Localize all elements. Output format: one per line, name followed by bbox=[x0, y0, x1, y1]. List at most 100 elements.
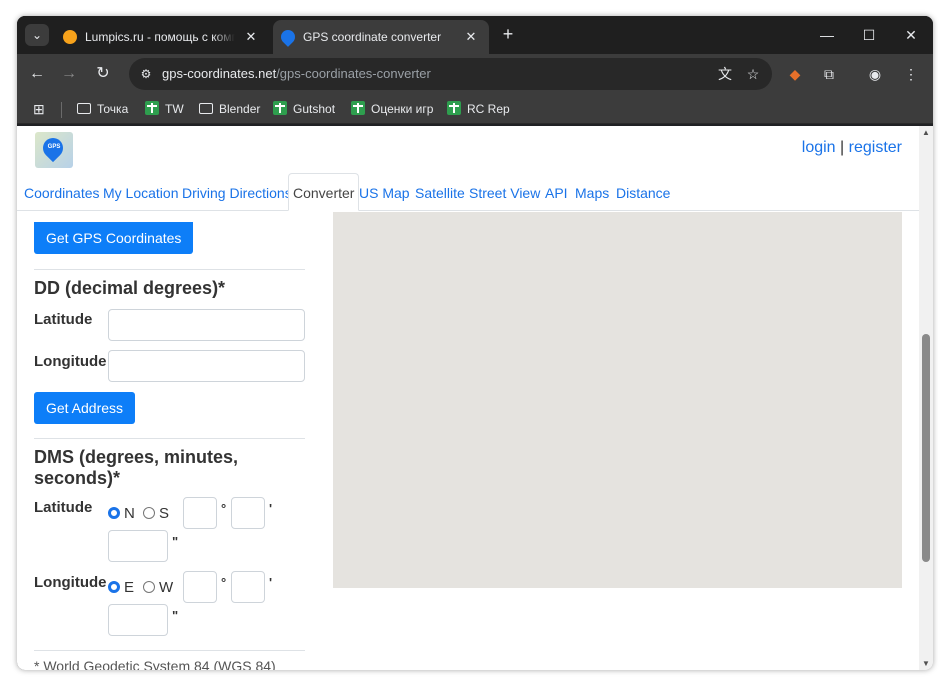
close-icon[interactable]: ✕ bbox=[461, 27, 481, 47]
bookmark-blender[interactable]: Blender bbox=[199, 99, 260, 119]
nav-my-location[interactable]: My Location bbox=[103, 185, 178, 201]
dms-latitude-minutes-input[interactable] bbox=[231, 497, 265, 529]
tab-lumpics[interactable]: Lumpics.ru - помощь с компью ✕ bbox=[55, 20, 269, 54]
site-nav: Coordinates My Location Driving Directio… bbox=[17, 173, 919, 211]
dms-longitude-seconds-input[interactable] bbox=[108, 604, 168, 636]
fox-extension-icon[interactable]: ◆ bbox=[783, 62, 807, 86]
nav-coordinates[interactable]: Coordinates bbox=[24, 185, 100, 201]
dms-longitude-minutes-input[interactable] bbox=[231, 571, 265, 603]
dms-longitude-e-radio[interactable]: E bbox=[108, 579, 134, 596]
dd-latitude-label: Latitude bbox=[34, 311, 93, 328]
bookmark-rc-rep[interactable]: RC Rep bbox=[447, 99, 510, 119]
dms-latitude-s-radio[interactable]: S bbox=[143, 505, 169, 522]
bookmark-ocenki-igr[interactable]: Оценки игр bbox=[351, 99, 433, 119]
dd-longitude-input[interactable] bbox=[108, 350, 305, 382]
nav-driving-directions[interactable]: Driving Directions bbox=[182, 185, 292, 201]
lumpics-favicon-icon bbox=[63, 30, 77, 44]
divider bbox=[34, 650, 305, 651]
dms-longitude-degrees-input[interactable] bbox=[183, 571, 217, 603]
maximize-button[interactable]: ☐ bbox=[849, 22, 889, 48]
radio-checked-icon bbox=[108, 507, 120, 519]
bookmark-label: TW bbox=[165, 102, 184, 116]
profile-avatar-icon[interactable]: ◉ bbox=[863, 62, 887, 86]
radio-label: W bbox=[159, 579, 174, 596]
chevron-down-icon: ⌄ bbox=[31, 28, 43, 42]
bookmarks-separator bbox=[61, 102, 62, 118]
more-menu-icon[interactable]: ⋮ bbox=[899, 62, 923, 86]
bookmark-label: Gutshot bbox=[293, 102, 336, 116]
page-scrollbar[interactable]: ▲ ▼ bbox=[919, 126, 933, 670]
bookmark-label: Blender bbox=[219, 102, 261, 116]
nav-converter[interactable]: Converter bbox=[288, 173, 360, 211]
tab-title: Lumpics.ru - помощь с компью bbox=[85, 30, 235, 44]
tab-strip: ⌄ Lumpics.ru - помощь с компью ✕ GPS coo… bbox=[17, 16, 933, 54]
tab-title: GPS coordinate converter bbox=[303, 30, 442, 44]
get-address-button[interactable]: Get Address bbox=[34, 392, 136, 424]
bookmark-tochka[interactable]: Точка bbox=[77, 99, 128, 119]
bookmark-label: Оценки игр bbox=[371, 102, 434, 116]
dms-latitude-seconds-input[interactable] bbox=[108, 530, 168, 562]
close-icon[interactable]: ✕ bbox=[241, 27, 261, 47]
nav-distance[interactable]: Distance bbox=[616, 185, 670, 201]
divider bbox=[34, 438, 305, 439]
folder-icon bbox=[77, 103, 91, 114]
dd-latitude-input[interactable] bbox=[108, 309, 305, 341]
wgs84-footnote: * World Geodetic System 84 (WGS 84) bbox=[34, 658, 276, 670]
address-bar[interactable]: ⚙ gps-coordinates.net/gps-coordinates-co… bbox=[129, 58, 772, 90]
green-plus-icon bbox=[145, 101, 159, 115]
site-info-icon[interactable]: ⚙ bbox=[135, 63, 157, 85]
reload-icon: ↻ bbox=[96, 65, 110, 82]
radio-label: S bbox=[159, 505, 170, 522]
radio-label: E bbox=[124, 579, 135, 596]
arrow-right-icon: → bbox=[61, 65, 77, 82]
dms-latitude-n-radio[interactable]: N bbox=[108, 505, 135, 522]
browser-window: ⌄ Lumpics.ru - помощь с компью ✕ GPS coo… bbox=[17, 16, 933, 670]
bookmark-tw[interactable]: TW bbox=[145, 99, 184, 119]
dd-heading: DD (decimal degrees)* bbox=[34, 278, 226, 298]
minimize-button[interactable]: — bbox=[807, 22, 847, 48]
dms-longitude-w-radio[interactable]: W bbox=[143, 579, 173, 596]
get-gps-coordinates-button[interactable]: Get GPS Coordinates bbox=[34, 222, 194, 254]
apps-grid-icon[interactable]: ⊞ bbox=[33, 99, 45, 119]
dd-longitude-label: Longitude bbox=[34, 353, 107, 370]
url-path: /gps-coordinates-converter bbox=[276, 66, 431, 81]
scrollbar-thumb[interactable] bbox=[922, 334, 930, 562]
extensions-puzzle-icon[interactable]: ⧉ bbox=[817, 62, 841, 86]
radio-unchecked-icon bbox=[143, 507, 155, 519]
map-area[interactable] bbox=[333, 212, 902, 588]
nav-street-view[interactable]: Street View bbox=[469, 185, 540, 201]
logo-text: GPS bbox=[47, 144, 61, 150]
reload-button[interactable]: ↻ bbox=[89, 60, 117, 88]
site-logo[interactable]: GPS bbox=[35, 132, 73, 168]
dms-latitude-degrees-input[interactable] bbox=[183, 497, 217, 529]
minute-mark: ' bbox=[269, 501, 273, 516]
window-close-button[interactable]: ✕ bbox=[891, 22, 931, 48]
register-link[interactable]: register bbox=[849, 139, 902, 156]
bookmark-star-icon[interactable]: ☆ bbox=[742, 63, 764, 85]
url-text[interactable]: gps-coordinates.net/gps-coordinates-conv… bbox=[162, 66, 431, 81]
auth-separator: | bbox=[840, 139, 845, 156]
dms-latitude-label: Latitude bbox=[34, 499, 93, 516]
scroll-down-icon[interactable]: ▼ bbox=[922, 659, 930, 668]
dms-heading-line: seconds)* bbox=[34, 468, 121, 488]
login-link[interactable]: login bbox=[802, 139, 836, 156]
auth-links: login | register bbox=[802, 139, 902, 157]
nav-satellite[interactable]: Satellite bbox=[415, 185, 465, 201]
bookmark-label: Точка bbox=[97, 102, 129, 116]
back-button[interactable]: ← bbox=[23, 60, 51, 88]
divider bbox=[34, 269, 305, 270]
forward-button[interactable]: → bbox=[55, 60, 83, 88]
new-tab-button[interactable]: + bbox=[497, 24, 519, 46]
folder-icon bbox=[199, 103, 213, 114]
scroll-up-icon[interactable]: ▲ bbox=[922, 128, 930, 137]
nav-us-map[interactable]: US Map bbox=[359, 185, 410, 201]
bookmark-gutshot[interactable]: Gutshot bbox=[273, 99, 335, 119]
nav-api[interactable]: API bbox=[545, 185, 568, 201]
dms-longitude-label: Longitude bbox=[34, 574, 107, 591]
nav-maps[interactable]: Maps bbox=[575, 185, 609, 201]
tab-gps-converter[interactable]: GPS coordinate converter ✕ bbox=[273, 20, 489, 54]
second-mark: " bbox=[172, 608, 179, 623]
browser-toolbar: ← → ↻ ⚙ gps-coordinates.net/gps-coordina… bbox=[17, 54, 933, 94]
translate-icon[interactable]: 文 bbox=[714, 63, 736, 85]
tab-search-button[interactable]: ⌄ bbox=[25, 24, 49, 46]
